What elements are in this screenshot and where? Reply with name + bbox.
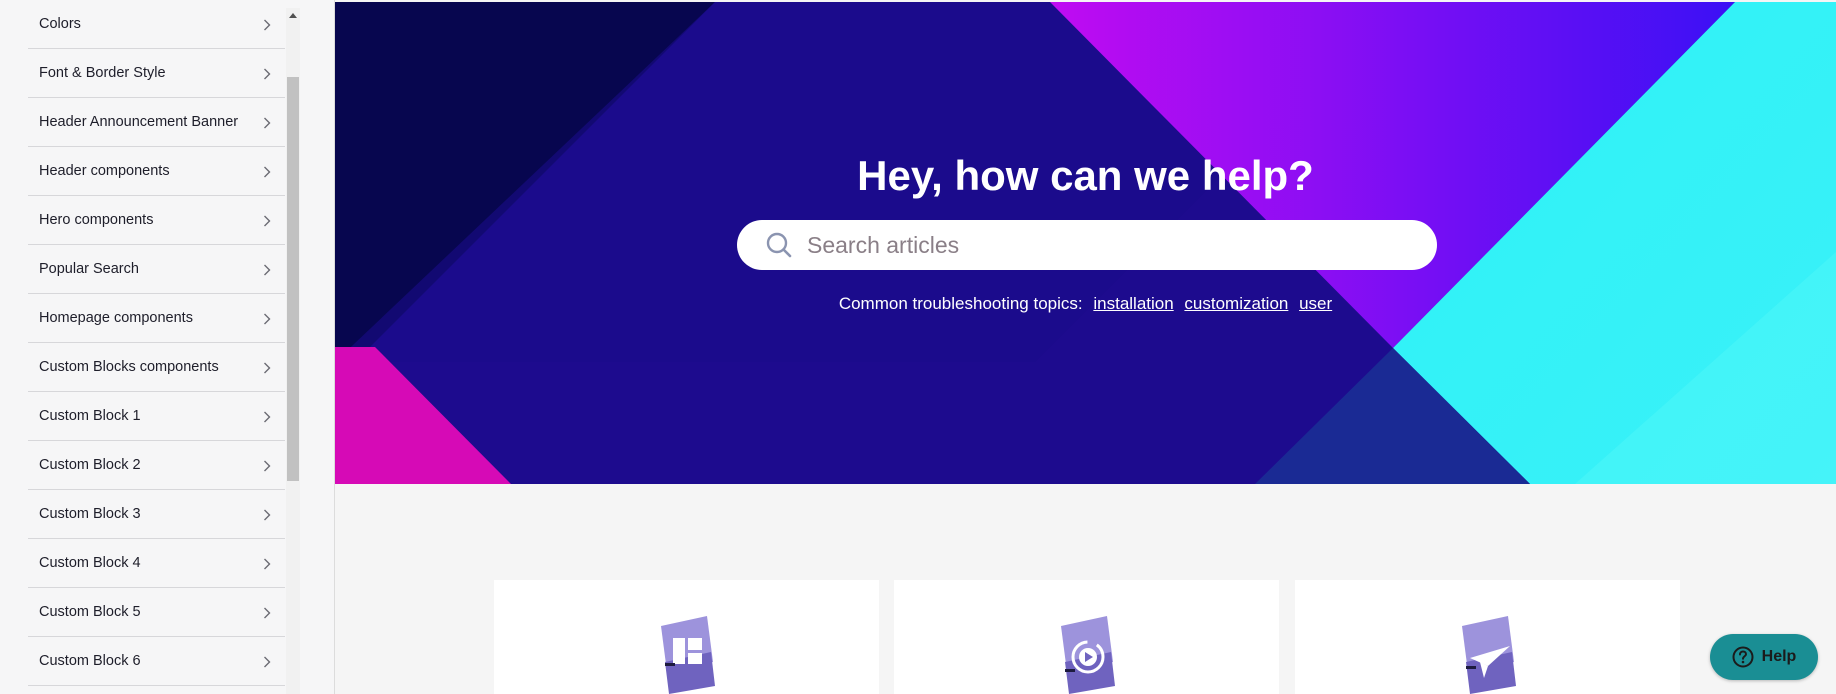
sidebar-item-label: Font & Border Style [39, 65, 166, 81]
chevron-right-icon [263, 215, 273, 227]
sidebar-item[interactable]: Popular Search [28, 245, 285, 294]
sidebar-item[interactable]: Header components [28, 147, 285, 196]
sidebar-item[interactable]: Custom Block 6 [28, 637, 285, 686]
sidebar-item[interactable]: Custom Block 4 [28, 539, 285, 588]
hero-title: Hey, how can we help? [857, 152, 1314, 199]
chevron-right-icon [263, 19, 273, 31]
chevron-right-icon [263, 362, 273, 374]
chevron-right-icon [263, 411, 273, 423]
chevron-right-icon [263, 264, 273, 276]
search-input[interactable] [807, 231, 1407, 259]
sidebar-item[interactable]: Custom Block 2 [28, 441, 285, 490]
sidebar-item-label: Custom Block 6 [39, 653, 141, 669]
sidebar-item[interactable]: Colors [28, 0, 285, 49]
sidebar-item-label: Custom Block 2 [39, 457, 141, 473]
question-circle-icon [1732, 646, 1754, 668]
chevron-right-icon [263, 607, 273, 619]
sidebar-item[interactable]: Font & Border Style [28, 49, 285, 98]
sidebar-list: Colors Font & Border Style Header Announce… [28, 0, 285, 694]
chevron-right-icon [263, 656, 273, 668]
chevron-right-icon [263, 558, 273, 570]
sidebar-item-label: Custom Block 5 [39, 604, 141, 620]
chevron-right-icon [263, 313, 273, 325]
layout-block-icon [661, 616, 715, 694]
chevron-right-icon [263, 460, 273, 472]
topics-prefix: Common troubleshooting topics: [838, 294, 1083, 313]
sidebar-item[interactable]: Custom Block 1 [28, 392, 285, 441]
sidebar-item-label: Popular Search [39, 261, 139, 277]
troubleshooting-topics: Common troubleshooting topics: installat… [335, 294, 1836, 314]
category-card-3[interactable] [1295, 580, 1680, 694]
sidebar-item[interactable]: Custom Block 3 [28, 490, 285, 539]
scroll-up-arrow-icon[interactable] [286, 8, 300, 22]
sidebar-item-label: Header Announcement Banner [39, 114, 239, 130]
search-box[interactable] [737, 220, 1437, 270]
sidebar-item-label: Hero components [39, 212, 154, 228]
chevron-right-icon [263, 509, 273, 521]
sidebar-item-label: Homepage components [39, 310, 193, 326]
sidebar-item[interactable]: Header Announcement Banner [28, 98, 285, 147]
sidebar-item-label: Custom Blocks components [39, 359, 219, 375]
sidebar-scrollbar[interactable] [286, 8, 300, 694]
sidebar-item[interactable]: Hero components [28, 196, 285, 245]
topic-link-installation[interactable]: installation [1093, 294, 1173, 313]
help-button[interactable]: Help [1710, 634, 1818, 680]
video-play-icon [1061, 616, 1115, 694]
sidebar-item[interactable]: Custom Block 5 [28, 588, 285, 637]
category-card-2[interactable] [894, 580, 1279, 694]
search-icon [766, 232, 792, 258]
topic-link-customization[interactable]: customization [1184, 294, 1288, 313]
sidebar-item[interactable]: Homepage components [28, 294, 285, 343]
chevron-right-icon [263, 117, 273, 129]
sidebar-item-label: Header components [39, 163, 170, 179]
sidebar-item[interactable]: Custom Blocks components [28, 343, 285, 392]
topic-link-user[interactable]: user [1299, 294, 1332, 313]
help-label: Help [1761, 648, 1797, 665]
scrollbar-thumb[interactable] [287, 77, 299, 481]
sidebar-item-label: Custom Block 4 [39, 555, 141, 571]
preview-pane: Hey, how can we help? Common troubleshoo… [335, 0, 1836, 694]
send-plane-icon [1462, 616, 1516, 694]
hero-banner: Hey, how can we help? Common troubleshoo… [335, 2, 1836, 484]
sidebar-item-label: Colors [39, 16, 81, 32]
chevron-right-icon [263, 166, 273, 178]
customizer-sidebar: Colors Font & Border Style Header Announce… [0, 0, 335, 694]
sidebar-item-label: Custom Block 1 [39, 408, 141, 424]
category-card-1[interactable] [494, 580, 879, 694]
sidebar-item-label: Custom Block 3 [39, 506, 141, 522]
chevron-right-icon [263, 68, 273, 80]
